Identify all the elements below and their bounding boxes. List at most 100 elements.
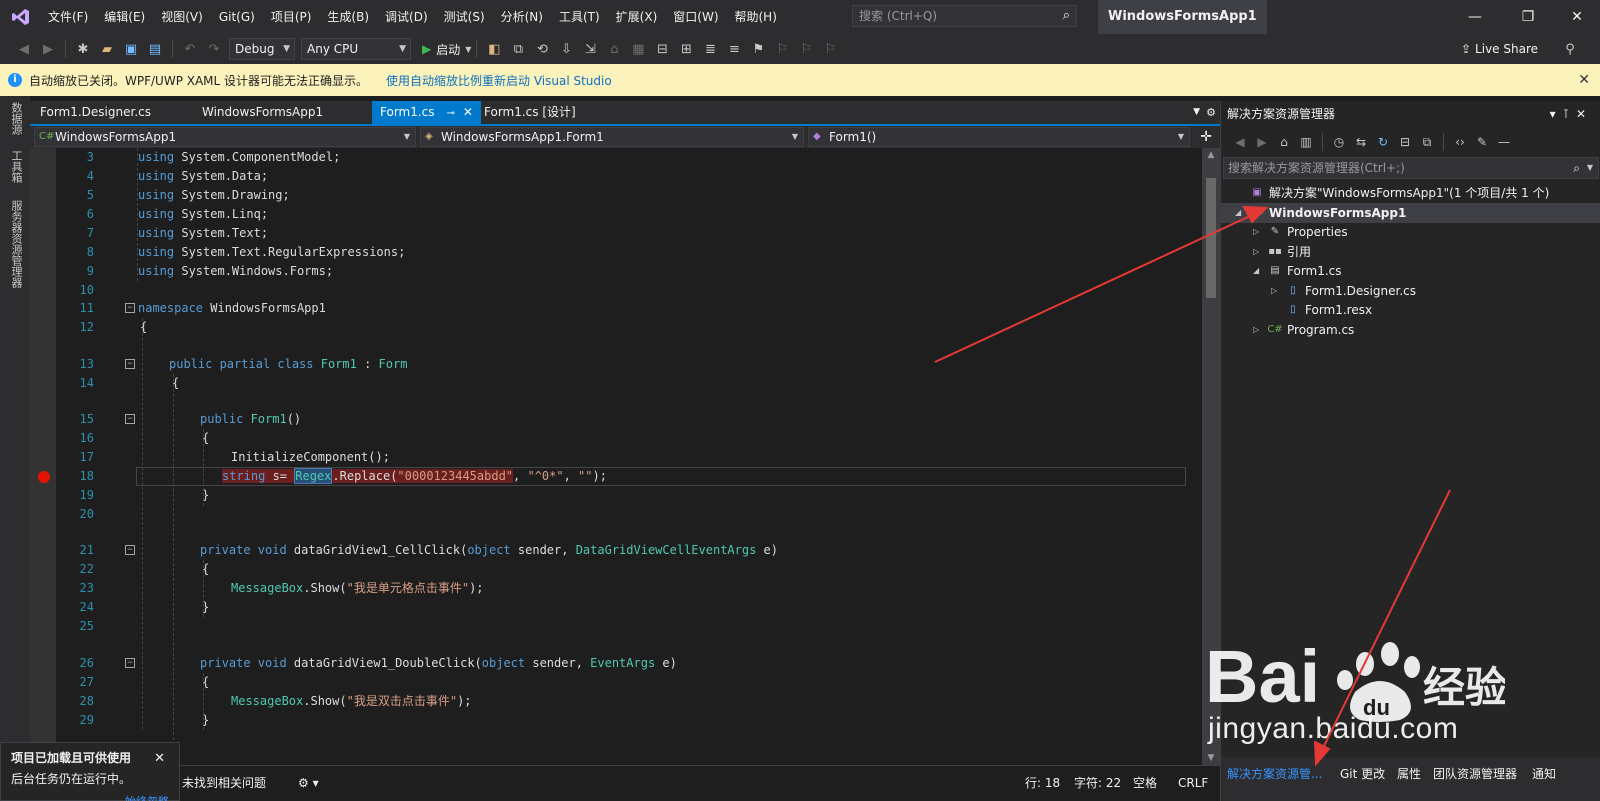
comment-icon[interactable]: ≣ (701, 40, 719, 58)
visual-studio-logo-icon[interactable] (4, 0, 38, 34)
menu-item[interactable]: 分析(N) (493, 0, 551, 34)
code-line[interactable]: 6 using System.Linq; (30, 205, 1190, 224)
split-window-icon[interactable]: ✛ (1200, 126, 1212, 148)
step-over-icon[interactable]: ⇲ (581, 40, 599, 58)
expand-arrow-icon[interactable]: ▷ (1253, 222, 1263, 242)
tab-list-dropdown-icon[interactable]: ▼ (1193, 101, 1200, 124)
tab-form1-designer[interactable]: Form1.Designer.cs (32, 101, 159, 124)
code-line[interactable]: 28 MessageBox.Show("我是双击点击事件"); (30, 692, 1190, 711)
code-line[interactable]: 23 MessageBox.Show("我是单元格点击事件"); (30, 579, 1190, 598)
code-line[interactable]: 22{ (30, 560, 1190, 579)
menu-item[interactable]: Git(G) (211, 0, 263, 34)
bookmark-icon[interactable]: ⌂ (605, 40, 623, 58)
window-position-icon[interactable]: ▾ (1550, 107, 1563, 121)
start-button[interactable]: ▶ 启动 ▼ (422, 41, 471, 58)
feedback-icon[interactable]: ⚲ (1561, 40, 1579, 58)
collapse-icon[interactable]: − (125, 303, 135, 313)
tab-git-changes[interactable]: Git 更改 (1340, 765, 1385, 783)
type-select[interactable]: ◈ WindowsFormsApp1.Form1 ▼ (420, 127, 804, 147)
undo-icon[interactable]: ↶ (181, 40, 199, 58)
close-icon[interactable]: ✕ (1554, 0, 1600, 34)
code-line[interactable]: 10 (30, 281, 1190, 300)
menu-item[interactable]: 窗口(W) (665, 0, 726, 34)
menu-item[interactable]: 编辑(E) (96, 0, 153, 34)
platform-select[interactable]: Any CPU ▼ (301, 38, 411, 60)
scrollbar-thumb[interactable] (1206, 178, 1216, 298)
maximize-icon[interactable]: ❐ (1505, 0, 1551, 34)
code-line[interactable]: 17 InitializeComponent(); (30, 448, 1190, 467)
code-line[interactable]: 9 using System.Windows.Forms; (30, 262, 1190, 281)
code-line[interactable]: 26 − private void dataGridView1_DoubleClic… (30, 654, 1190, 673)
git-icon[interactable]: ⚙ ▾ (298, 766, 319, 800)
redo-icon[interactable]: ↷ (205, 40, 223, 58)
close-icon[interactable]: ✕ (1576, 107, 1593, 121)
save-icon[interactable]: ▣ (122, 40, 140, 58)
expand-arrow-icon[interactable]: ▷ (1253, 320, 1263, 340)
code-line[interactable]: 15 − public Form1() (30, 410, 1190, 429)
minimize-icon[interactable]: — (1452, 0, 1498, 34)
tree-item[interactable]: ▷ ✎ Properties (1221, 222, 1600, 242)
show-all-files-icon[interactable]: ⧉ (1418, 133, 1436, 151)
next-bookmark-icon[interactable]: ⚐ (797, 40, 815, 58)
uncomment-icon[interactable]: ≡ (725, 40, 743, 58)
tree-item[interactable]: ◢ ▤ Form1.cs (1221, 261, 1600, 281)
toast-link[interactable]: 始终忽略 (125, 793, 169, 801)
tab-solution-explorer[interactable]: 解决方案资源管... (1227, 765, 1322, 783)
menu-item[interactable]: 测试(S) (436, 0, 493, 34)
menu-item[interactable]: 扩展(X) (608, 0, 666, 34)
code-line[interactable]: 13 − public partial class Form1 : Form (30, 355, 1190, 374)
code-line[interactable]: 3 using System.ComponentModel; (30, 148, 1190, 167)
tab-windowsformsapp1[interactable]: WindowsFormsApp1 (194, 101, 331, 124)
collapse-icon[interactable]: − (125, 545, 135, 555)
bookmark-flag-icon[interactable]: ⚑ (749, 40, 767, 58)
tab-notifications[interactable]: 通知 (1532, 765, 1556, 783)
step-icon[interactable]: ⇩ (557, 40, 575, 58)
save-all-icon[interactable]: ▤ (146, 40, 164, 58)
line-ending-indicator[interactable]: CRLF (1178, 766, 1208, 800)
live-share-button[interactable]: ⇪ Live Share (1461, 34, 1538, 64)
tree-item[interactable]: ▷ ▯ Form1.Designer.cs (1221, 281, 1600, 301)
server-explorer-tab[interactable]: 服务器资源管理器 (8, 200, 23, 288)
menu-item[interactable]: 文件(F) (40, 0, 96, 34)
tab-form1-cs[interactable]: Form1.cs ⊸ ✕ (372, 101, 481, 124)
expand-arrow-icon[interactable]: ▷ (1271, 281, 1281, 301)
solution-search-input[interactable]: 搜索解决方案资源管理器(Ctrl+;) ⌕ ▼ (1223, 157, 1599, 179)
close-icon[interactable]: ✕ (463, 105, 473, 119)
code-line[interactable]: 5 using System.Drawing; (30, 186, 1190, 205)
switch-views-icon[interactable]: ▥ (1297, 133, 1315, 151)
tree-item[interactable]: ▣ 解决方案"WindowsFormsApp1"(1 个项目/共 1 个) (1221, 183, 1600, 203)
search-input[interactable]: 搜索 (Ctrl+Q) ⌕ (852, 5, 1077, 27)
close-icon[interactable]: ✕ (154, 751, 165, 766)
pin-icon[interactable]: ⊺ (1563, 107, 1576, 121)
member-select[interactable]: ◆ Form1() ▼ (808, 127, 1190, 147)
code-editor[interactable]: 3 using System.ComponentModel; 4 using Syst… (30, 148, 1220, 765)
code-line[interactable]: 12{ (30, 318, 1190, 337)
whitespace-indicator[interactable]: 空格 (1133, 766, 1157, 800)
prev-bookmark-icon[interactable]: ⚐ (773, 40, 791, 58)
home-icon[interactable]: ⌂ (1275, 133, 1293, 151)
pending-changes-icon[interactable]: ◷ (1330, 133, 1348, 151)
menu-item[interactable]: 项目(P) (263, 0, 320, 34)
tab-properties[interactable]: 属性 (1397, 765, 1421, 783)
format-icon[interactable]: ▦ (629, 40, 647, 58)
new-project-icon[interactable]: ✱ (74, 40, 92, 58)
tree-item[interactable]: ▷ C# Program.cs (1221, 320, 1600, 340)
menu-item[interactable]: 帮助(H) (727, 0, 785, 34)
code-line[interactable]: 14{ (30, 374, 1190, 393)
code-line[interactable]: 16{ (30, 429, 1190, 448)
collapse-arrow-icon[interactable]: ◢ (1253, 261, 1263, 281)
view-code-icon[interactable]: ‹› (1451, 133, 1469, 151)
tree-item[interactable]: ◢ C# WindowsFormsApp1 (1221, 202, 1600, 223)
properties-wrench-icon[interactable]: ✎ (1473, 133, 1491, 151)
back-icon[interactable]: ◀ (15, 40, 33, 58)
configuration-select[interactable]: Debug ▼ (229, 38, 295, 60)
back-icon[interactable]: ◀ (1231, 133, 1249, 151)
forward-icon[interactable]: ▶ (39, 40, 57, 58)
restart-link[interactable]: 使用自动缩放比例重新启动 Visual Studio (386, 72, 612, 89)
breakpoint-icon[interactable] (38, 471, 50, 483)
collapse-icon[interactable]: − (125, 414, 135, 424)
code-line[interactable]: 18 string s= Regex.Replace("0000123445abd… (30, 467, 1190, 486)
code-line[interactable]: 29} (30, 711, 1190, 730)
char-indicator[interactable]: 字符: 22 (1074, 766, 1121, 800)
browser-link-icon[interactable]: ⧉ (509, 40, 527, 58)
